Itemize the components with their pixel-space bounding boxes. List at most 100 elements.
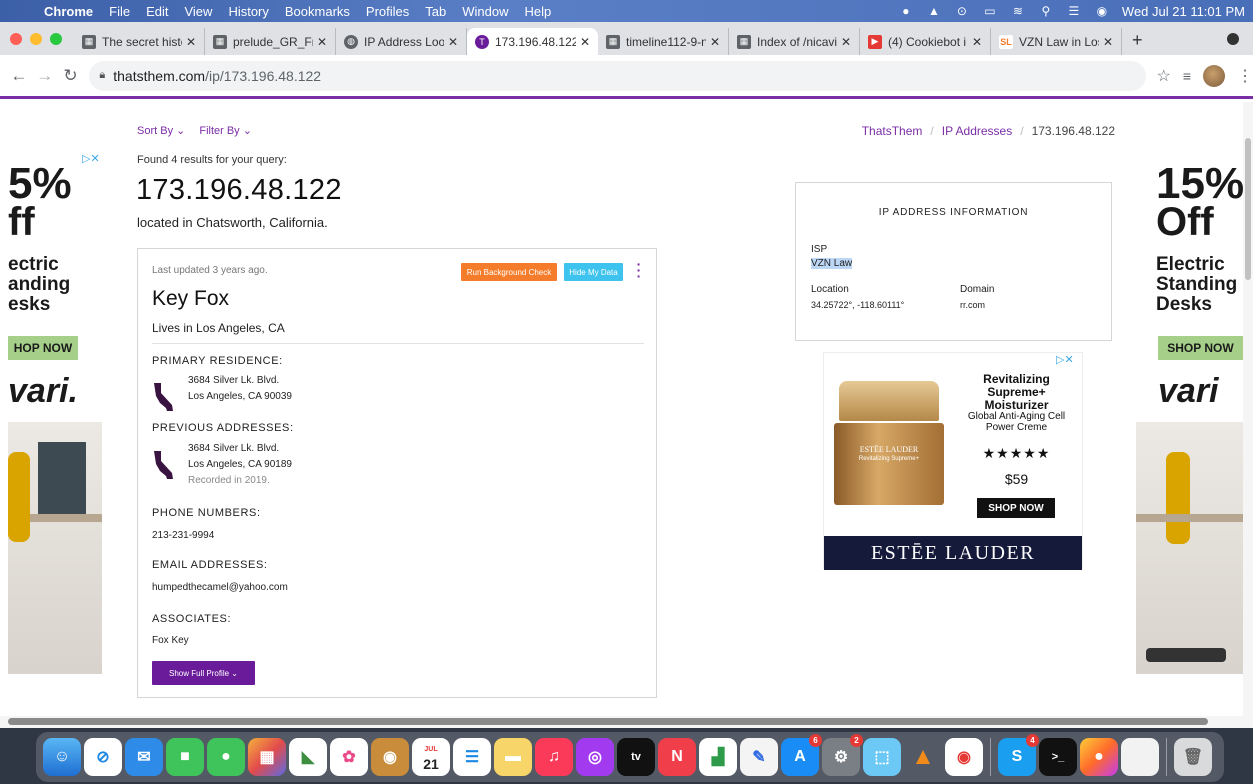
tab-4-active[interactable]: T 173.196.48.122 ✕ xyxy=(467,28,598,55)
more-options-icon[interactable]: · · · xyxy=(635,257,643,283)
finder-icon[interactable]: ☺ xyxy=(43,738,81,776)
wifi-icon[interactable]: ≋ xyxy=(1010,4,1026,18)
firefox-icon[interactable]: ● xyxy=(1080,738,1118,776)
close-tab-icon[interactable]: ✕ xyxy=(580,35,590,49)
spotlight-icon[interactable]: ⚲ xyxy=(1038,4,1054,18)
calendar-icon[interactable]: JUL 21 xyxy=(412,738,450,776)
email-address[interactable]: humpedthecamel@yahoo.com xyxy=(152,582,288,593)
control-center-icon[interactable]: ☰ xyxy=(1066,4,1082,18)
phone-number[interactable]: 213-231-9994 xyxy=(152,530,214,541)
podcasts-icon[interactable]: ◎ xyxy=(576,738,614,776)
messages-icon[interactable]: ● xyxy=(207,738,245,776)
launchpad-icon[interactable]: ▦ xyxy=(248,738,286,776)
facetime-icon[interactable]: ■ xyxy=(166,738,204,776)
close-tab-icon[interactable]: ✕ xyxy=(317,35,327,49)
tab-6[interactable]: ▦ Index of /nicavi ✕ xyxy=(729,28,860,55)
zoom-window-icon[interactable] xyxy=(50,32,62,45)
new-tab-button[interactable]: + xyxy=(1122,30,1153,51)
breadcrumb-ip-addresses-link[interactable]: IP Addresses xyxy=(942,124,1013,138)
siri-icon[interactable]: ◉ xyxy=(1094,4,1110,18)
photos-icon[interactable]: ✿ xyxy=(330,738,368,776)
safari-icon[interactable]: ⊘ xyxy=(84,738,122,776)
news-icon[interactable]: N xyxy=(658,738,696,776)
bookmark-star-icon[interactable]: ☆ xyxy=(1156,66,1170,86)
mail-icon[interactable]: ✉ xyxy=(125,738,163,776)
vlc-status-icon[interactable]: ▲ xyxy=(926,4,942,18)
status-app-icon[interactable]: ● xyxy=(898,4,914,18)
forward-button[interactable]: → xyxy=(32,66,58,86)
vlc-icon[interactable]: ▲ xyxy=(904,738,942,776)
reading-list-icon[interactable]: ≡ xyxy=(1183,68,1191,84)
show-full-profile-button[interactable]: Show Full Profile ⌄ xyxy=(152,661,255,685)
system-preferences-icon[interactable]: ⚙ 2 xyxy=(822,734,863,776)
tab-1[interactable]: ▦ The secret histo ✕ xyxy=(74,28,205,55)
lock-icon[interactable]: 🔒︎ xyxy=(99,69,105,82)
profile-avatar[interactable] xyxy=(1202,64,1225,87)
tab-7[interactable]: ▶ (4) Cookiebot i ✕ xyxy=(860,28,991,55)
menu-app-name[interactable]: Chrome xyxy=(36,4,101,19)
pages-icon[interactable]: ✎ xyxy=(740,738,778,776)
address-bar[interactable]: 🔒︎ thatsthem.com/ip/173.196.48.122 xyxy=(89,60,1147,91)
tab-search-icon[interactable] xyxy=(1227,32,1239,45)
sort-by-dropdown[interactable]: Sort By ⌄ xyxy=(137,124,185,137)
tab-2[interactable]: ▦ prelude_GR_Fr ✕ xyxy=(205,28,336,55)
menu-help[interactable]: Help xyxy=(517,4,560,19)
estee-lauder-ad[interactable]: ▷✕ ESTĒE LAUDER Revitalizing Supreme+ Re… xyxy=(823,352,1083,570)
primary-address[interactable]: 3684 Silver Lk. Blvd. Los Angeles, CA 90… xyxy=(188,373,292,405)
menu-history[interactable]: History xyxy=(220,4,276,19)
app-store-icon[interactable]: A6 xyxy=(781,734,822,776)
ad-choices-icon[interactable]: ▷✕ xyxy=(82,152,100,165)
tab-5[interactable]: ▦ timeline112-9-n ✕ xyxy=(598,28,729,55)
hide-my-data-button[interactable]: Hide My Data xyxy=(564,263,623,281)
trash-icon[interactable]: 🗑︎ xyxy=(1174,738,1212,776)
reload-button[interactable]: ↻ xyxy=(58,66,84,86)
horizontal-scrollbar[interactable] xyxy=(0,716,1253,728)
close-tab-icon[interactable]: ✕ xyxy=(1103,35,1113,49)
menu-bookmarks[interactable]: Bookmarks xyxy=(277,4,358,19)
clock[interactable]: Wed Jul 21 11:01 PM xyxy=(1122,4,1245,19)
chrome-icon[interactable]: ◉ xyxy=(945,738,983,776)
menu-profiles[interactable]: Profiles xyxy=(358,4,417,19)
close-tab-icon[interactable]: ✕ xyxy=(841,35,851,49)
minimize-window-icon[interactable] xyxy=(30,32,42,45)
close-tab-icon[interactable]: ✕ xyxy=(972,35,982,49)
ad-choices-icon[interactable]: ▷✕ xyxy=(1056,353,1074,366)
scroll-thumb[interactable] xyxy=(8,718,1208,725)
breadcrumb-home-link[interactable]: ThatsThem xyxy=(862,124,923,138)
left-ad[interactable]: ▷✕ 5% ff ectric anding esks HOP NOW vari… xyxy=(8,152,102,674)
close-tab-icon[interactable]: ✕ xyxy=(710,35,720,49)
numbers-icon[interactable]: ▟ xyxy=(699,738,737,776)
tab-3[interactable]: ◍ IP Address Look ✕ xyxy=(336,28,467,55)
tab-8[interactable]: SL VZN Law in Los ✕ xyxy=(991,28,1122,55)
maps-icon[interactable]: ◣ xyxy=(289,738,327,776)
ad-left-shop-button[interactable]: HOP NOW xyxy=(8,336,78,360)
terminal-icon[interactable]: >_ xyxy=(1039,738,1077,776)
ad-shop-now-button[interactable]: SHOP NOW xyxy=(977,498,1055,518)
chrome-menu-icon[interactable]: ⋮ xyxy=(1237,66,1253,86)
associate-name[interactable]: Fox Key xyxy=(152,635,189,646)
notes-icon[interactable]: ▬ xyxy=(494,738,532,776)
music-icon[interactable]: ♫ xyxy=(535,738,573,776)
contacts-icon[interactable]: ◉ xyxy=(371,738,409,776)
preview-icon[interactable]: ⬚ xyxy=(863,738,901,776)
tv-icon[interactable]: tv xyxy=(617,738,655,776)
ad-right-shop-button[interactable]: SHOP NOW xyxy=(1158,336,1243,360)
close-window-icon[interactable] xyxy=(10,32,22,45)
previous-address[interactable]: 3684 Silver Lk. Blvd. Los Angeles, CA 90… xyxy=(188,441,292,489)
close-tab-icon[interactable]: ✕ xyxy=(448,35,458,49)
right-ad[interactable]: 15% Off Electric Standing Desks SHOP NOW… xyxy=(1136,152,1243,674)
back-button[interactable]: ← xyxy=(6,66,32,86)
scroll-thumb[interactable] xyxy=(1245,138,1251,280)
play-status-icon[interactable]: ⊙ xyxy=(954,4,970,18)
close-tab-icon[interactable]: ✕ xyxy=(186,35,196,49)
skype-icon[interactable]: S4 xyxy=(998,734,1039,776)
menu-tab[interactable]: Tab xyxy=(417,4,454,19)
menu-window[interactable]: Window xyxy=(454,4,516,19)
menu-file[interactable]: File xyxy=(101,4,138,19)
filter-by-dropdown[interactable]: Filter By ⌄ xyxy=(199,124,252,137)
run-background-check-button[interactable]: Run Background Check xyxy=(461,263,557,281)
vertical-scrollbar[interactable] xyxy=(1243,102,1253,716)
menu-edit[interactable]: Edit xyxy=(138,4,176,19)
menu-view[interactable]: View xyxy=(176,4,220,19)
document-icon[interactable] xyxy=(1121,738,1159,776)
